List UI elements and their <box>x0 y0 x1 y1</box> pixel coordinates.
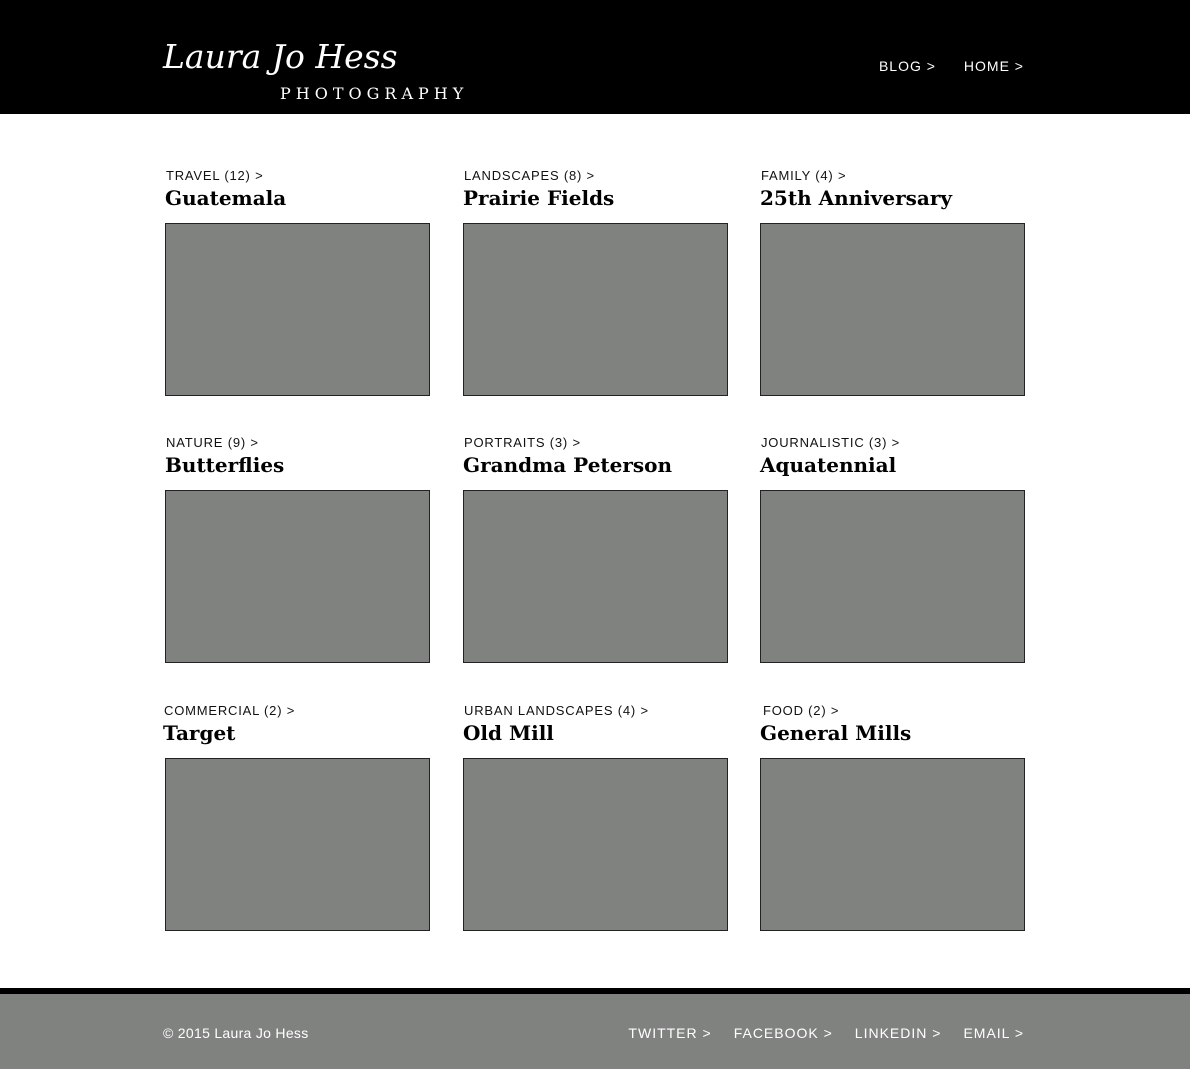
category-link[interactable]: PORTRAITS (3) > <box>464 435 581 450</box>
album-thumbnail[interactable] <box>463 223 728 396</box>
album-thumbnail[interactable] <box>760 490 1025 663</box>
album-title: Butterflies <box>165 453 285 477</box>
copyright-text: © 2015 Laura Jo Hess <box>163 1025 309 1041</box>
album-title: General Mills <box>760 721 912 745</box>
category-link[interactable]: URBAN LANDSCAPES (4) > <box>464 703 649 718</box>
album-thumbnail[interactable] <box>760 223 1025 396</box>
album-title: 25th Anniversary <box>760 186 953 210</box>
category-link[interactable]: FAMILY (4) > <box>761 168 846 183</box>
album-title: Grandma Peterson <box>463 453 673 477</box>
album-title: Guatemala <box>165 186 287 210</box>
category-link[interactable]: LANDSCAPES (8) > <box>464 168 595 183</box>
album-title: Prairie Fields <box>463 186 615 210</box>
album-thumbnail[interactable] <box>760 758 1025 931</box>
album-title: Target <box>163 721 236 745</box>
category-link[interactable]: FOOD (2) > <box>763 703 839 718</box>
category-link[interactable]: COMMERCIAL (2) > <box>164 703 295 718</box>
category-link[interactable]: JOURNALISTIC (3) > <box>761 435 900 450</box>
category-link[interactable]: NATURE (9) > <box>166 435 259 450</box>
facebook-link[interactable]: FACEBOOK > <box>734 1025 833 1041</box>
album-title: Old Mill <box>463 721 554 745</box>
gallery-grid: TRAVEL (12) > Guatemala LANDSCAPES (8) >… <box>0 0 1190 990</box>
category-link[interactable]: TRAVEL (12) > <box>166 168 263 183</box>
twitter-link[interactable]: TWITTER > <box>628 1025 711 1041</box>
email-link[interactable]: EMAIL > <box>963 1025 1024 1041</box>
album-thumbnail[interactable] <box>463 490 728 663</box>
album-title: Aquatennial <box>760 453 897 477</box>
site-footer: © 2015 Laura Jo Hess TWITTER > FACEBOOK … <box>0 994 1190 1069</box>
album-thumbnail[interactable] <box>165 758 430 931</box>
album-thumbnail[interactable] <box>463 758 728 931</box>
album-thumbnail[interactable] <box>165 490 430 663</box>
linkedin-link[interactable]: LINKEDIN > <box>855 1025 942 1041</box>
social-nav: TWITTER > FACEBOOK > LINKEDIN > EMAIL > <box>628 1025 1024 1041</box>
album-thumbnail[interactable] <box>165 223 430 396</box>
